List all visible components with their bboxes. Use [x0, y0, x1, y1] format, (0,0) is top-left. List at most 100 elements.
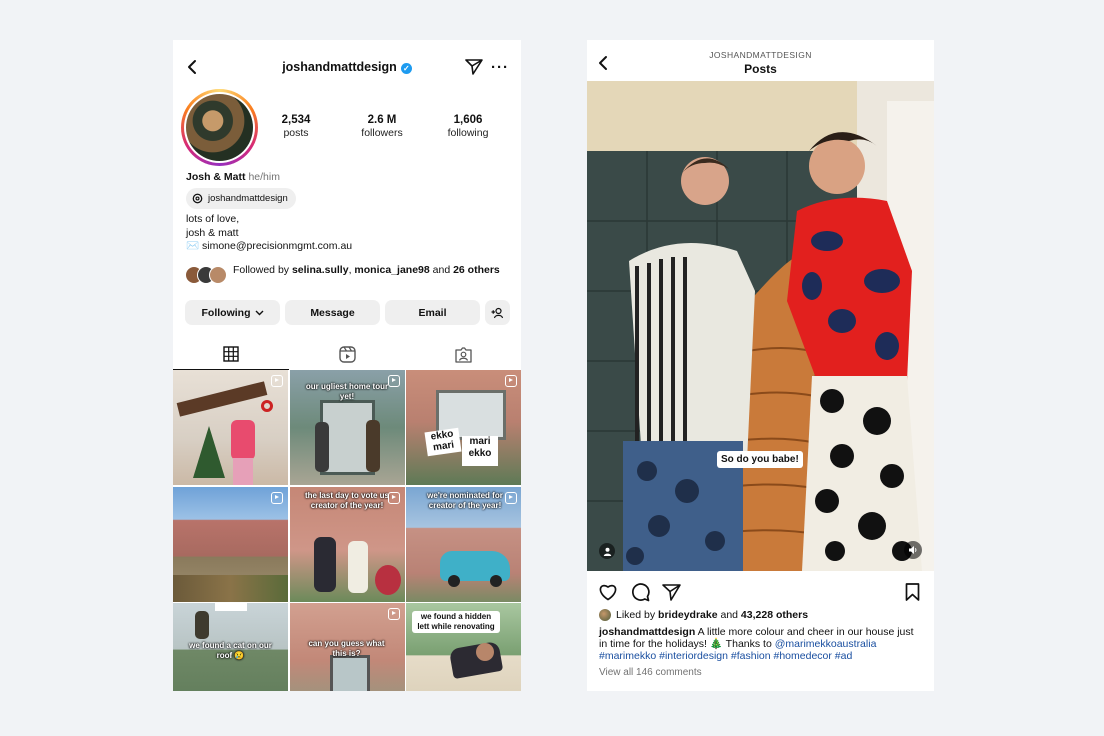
posts-label: posts [283, 127, 309, 139]
caption-hashtags[interactable]: #marimekko #interiordesign #fashion #hom… [599, 650, 852, 662]
threads-link[interactable]: joshandmattdesign [186, 188, 296, 209]
reels-icon [338, 345, 356, 363]
paper-plane-icon [465, 59, 483, 75]
profile-tabs [173, 338, 521, 370]
grid-caption: we're nominated for creator of the year! [427, 490, 503, 510]
view-comments-link[interactable]: View all 146 comments [599, 667, 702, 678]
share-button[interactable] [660, 581, 682, 603]
profile-actions: Following Message Email [185, 300, 510, 325]
profile-header: joshandmattdesign ✓ ··· [173, 52, 521, 82]
grid-post[interactable]: we're nominated for creator of the year! [406, 486, 521, 602]
verified-badge-icon: ✓ [400, 63, 412, 74]
post-image [587, 81, 934, 571]
tagged-users-button[interactable] [599, 543, 615, 559]
grid-post[interactable]: ekko mari mari ekko [406, 370, 521, 485]
liked-by-others[interactable]: 43,228 others [741, 609, 808, 621]
paper-plane-icon [661, 583, 681, 601]
tab-reels[interactable] [289, 338, 405, 370]
grid-post[interactable]: we found a cat on our roof 😢 [173, 603, 288, 691]
liked-by-user[interactable]: brideydrake [658, 609, 718, 621]
email-button[interactable]: Email [385, 300, 480, 325]
grid-post[interactable]: we found a hidden lett while renovating [406, 603, 521, 691]
bio-email[interactable]: ✉️ simone@precisionmgmt.com.au [186, 240, 352, 254]
post-photo[interactable]: So do you babe! [587, 81, 934, 571]
mutual-user[interactable]: monica_jane98 [354, 264, 429, 276]
post-header-title: Posts [744, 62, 777, 76]
posts-stat[interactable]: 2,534 posts [261, 114, 331, 139]
followers-label: followers [361, 127, 403, 139]
more-options-button[interactable]: ··· [489, 56, 511, 78]
mutual-avatars [185, 264, 227, 284]
reel-icon [271, 375, 283, 387]
tab-tagged[interactable] [405, 338, 521, 370]
bio-line: lots of love, [186, 213, 240, 225]
mute-button[interactable] [904, 541, 922, 559]
grid-icon [223, 345, 239, 362]
heart-icon [599, 584, 617, 601]
caption-username[interactable]: joshandmattdesign [599, 626, 695, 638]
suggested-people-button[interactable] [485, 300, 510, 325]
reel-icon [505, 491, 517, 504]
post-header-username: JOSHANDMATTDESIGN [709, 50, 812, 60]
avatar [599, 609, 611, 621]
post-actions [597, 581, 924, 605]
grid-post[interactable]: our ugliest home tour yet! [289, 370, 405, 485]
person-icon [603, 547, 611, 556]
grid-post[interactable] [173, 486, 288, 602]
comment-icon [632, 583, 650, 602]
posts-grid: our ugliest home tour yet! ekko mari mari… [173, 370, 521, 691]
avatar [209, 266, 227, 284]
threads-handle: joshandmattdesign [208, 193, 288, 204]
bookmark-icon [905, 583, 919, 601]
comment-button[interactable] [629, 581, 651, 603]
likes-summary[interactable]: Liked by brideydrake and 43,228 others [599, 609, 808, 621]
posts-count: 2,534 [281, 114, 311, 126]
grid-caption: the last day to vote us creator of the y… [304, 490, 390, 510]
threads-icon [192, 193, 203, 204]
reel-icon [271, 491, 283, 504]
reel-icon [387, 491, 400, 504]
grid-caption: we found a cat on our roof 😢 [189, 641, 272, 660]
bio: lots of love, josh & matt ✉️ simone@prec… [186, 213, 352, 254]
send-message-button[interactable] [463, 56, 485, 78]
likes-text: Liked by brideydrake and 43,228 others [616, 609, 809, 621]
mutual-user[interactable]: selina.sully [292, 264, 349, 276]
grid-caption: we found a hidden lett while renovating [412, 611, 500, 633]
reel-icon [387, 375, 400, 387]
display-name-row: Josh & Matt he/him [186, 171, 280, 183]
like-button[interactable] [597, 581, 619, 603]
grid-post[interactable]: the last day to vote us creator of the y… [289, 486, 405, 602]
grid-post[interactable] [173, 370, 288, 485]
tab-posts[interactable] [173, 338, 289, 370]
following-count: 1,606 [453, 114, 483, 126]
grid-post[interactable]: can you guess what this is? [289, 603, 405, 691]
followers-count: 2.6 M [367, 114, 397, 126]
chevron-down-icon [255, 310, 263, 315]
pronouns: he/him [248, 171, 280, 183]
save-button[interactable] [901, 581, 923, 603]
followed-by[interactable]: Followed by selina.sully, monica_jane98 … [185, 264, 505, 284]
mutual-others[interactable]: 26 others [453, 264, 500, 276]
profile-username: joshandmattdesign [282, 60, 397, 74]
followers-stat[interactable]: 2.6 M followers [347, 114, 417, 139]
grid-caption: can you guess what this is? [308, 639, 385, 658]
post-sticker: So do you babe! [717, 451, 803, 468]
speaker-icon [909, 546, 917, 554]
reel-icon [505, 375, 517, 387]
post-header: JOSHANDMATTDESIGN Posts [587, 50, 934, 76]
following-button[interactable]: Following [185, 300, 280, 325]
caption-mention[interactable]: @marimekkoaustralia [775, 638, 877, 650]
tagged-icon [454, 346, 472, 363]
following-stat[interactable]: 1,606 following [433, 114, 503, 139]
add-person-icon [491, 307, 504, 318]
profile-screen: joshandmattdesign ✓ ··· 2,534 posts 2.6 M… [173, 40, 521, 691]
avatar-image [186, 94, 253, 161]
following-label: following [447, 127, 489, 139]
display-name: Josh & Matt [186, 171, 246, 183]
more-dots-icon: ··· [491, 58, 509, 76]
reel-icon [387, 608, 400, 620]
bio-line: josh & matt [186, 226, 239, 239]
message-button[interactable]: Message [285, 300, 380, 325]
profile-avatar[interactable] [181, 89, 258, 166]
post-caption: joshandmattdesign A little more colour a… [599, 626, 924, 662]
